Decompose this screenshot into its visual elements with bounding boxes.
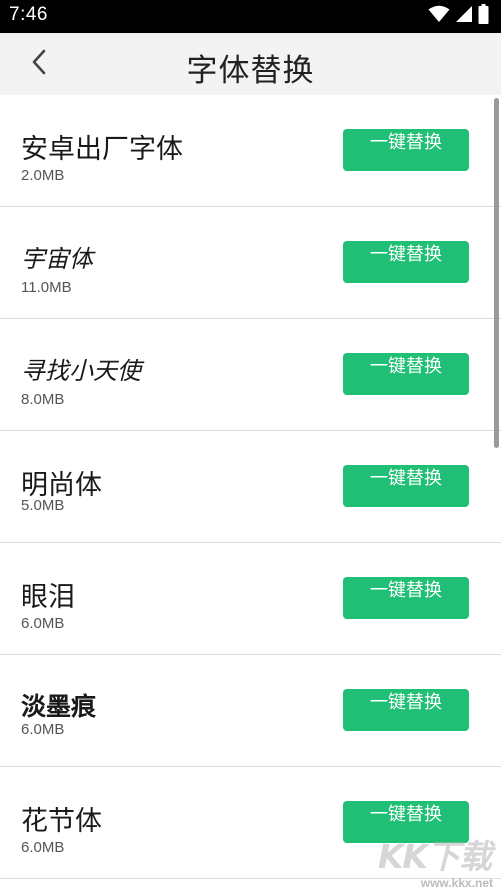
font-size: 11.0MB (21, 279, 72, 296)
font-name: 宇宙体 (21, 245, 93, 273)
font-name: 眼泪 (21, 582, 75, 613)
font-name: 寻找小天使 (21, 357, 141, 385)
font-size: 2.0MB (21, 167, 65, 184)
status-icons (428, 4, 489, 28)
font-item: 淡墨痕 6.0MB 一键替换 (0, 655, 501, 767)
watermark-logo: KK下载 (377, 837, 492, 876)
font-name: 淡墨痕 (21, 692, 97, 721)
font-name: 安卓出厂字体 (21, 134, 183, 165)
wifi-icon (428, 5, 450, 27)
replace-button[interactable]: 一键替换 (343, 241, 469, 283)
font-size: 8.0MB (21, 391, 65, 408)
status-bar: 7:46 (0, 0, 501, 33)
replace-button[interactable]: 一键替换 (343, 129, 469, 171)
replace-button[interactable]: 一键替换 (343, 465, 469, 507)
replace-button[interactable]: 一键替换 (343, 577, 469, 619)
font-size: 5.0MB (21, 497, 65, 514)
font-item: 安卓出厂字体 2.0MB 一键替换 (0, 95, 501, 207)
font-list[interactable]: 安卓出厂字体 2.0MB 一键替换 宇宙体 11.0MB 一键替换 寻找小天使 … (0, 95, 501, 892)
font-size: 6.0MB (21, 839, 65, 856)
font-size: 6.0MB (21, 721, 65, 738)
font-item: 宇宙体 11.0MB 一键替换 (0, 207, 501, 319)
watermark-url: www.kkx.net (420, 876, 493, 890)
replace-button[interactable]: 一键替换 (343, 689, 469, 731)
status-time: 7:46 (9, 4, 48, 25)
font-item: 明尚体 5.0MB 一键替换 (0, 431, 501, 543)
page-title: 字体替换 (186, 53, 315, 89)
signal-icon (455, 5, 473, 27)
battery-icon (478, 4, 489, 28)
watermark: KK下载 www.kkx.net (347, 828, 497, 890)
font-name: 花节体 (21, 806, 102, 837)
font-item: 寻找小天使 8.0MB 一键替换 (0, 319, 501, 431)
font-size: 6.0MB (21, 615, 65, 632)
replace-button[interactable]: 一键替换 (343, 353, 469, 395)
font-item: 眼泪 6.0MB 一键替换 (0, 543, 501, 655)
scrollbar[interactable] (494, 98, 499, 448)
app-bar: 字体替换 (0, 33, 501, 95)
